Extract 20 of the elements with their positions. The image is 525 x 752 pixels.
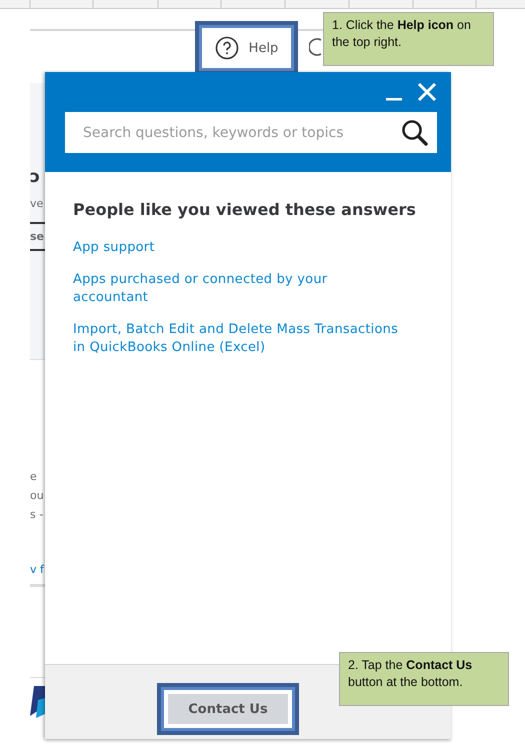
help-icon	[214, 36, 239, 60]
callout-note: 2. Tap the Contact Us button at the bottom.	[339, 652, 509, 706]
section-heading: People like you viewed these answers	[73, 200, 417, 219]
close-icon[interactable]	[417, 82, 437, 102]
text-fragment: ve	[30, 197, 44, 210]
callout-note: 1. Click the Help icon on the top right.	[323, 12, 494, 66]
search-field[interactable]: Search questions, keywords or topics	[65, 112, 437, 153]
search-icon[interactable]	[401, 118, 429, 146]
logo-icon	[30, 684, 45, 720]
text-fragment: se	[30, 230, 45, 243]
answer-link[interactable]: Apps purchased or connected by your accountant	[73, 271, 403, 307]
text-fragment: s -	[30, 508, 44, 521]
contact-us-button[interactable]: Contact Us	[157, 683, 299, 735]
answer-link[interactable]: App support	[73, 239, 403, 257]
text-fragment: e	[30, 470, 38, 483]
answer-link[interactable]: Import, Batch Edit and Delete Mass Transactions in QuickBooks Online (Excel)	[73, 321, 403, 357]
link-fragment[interactable]: v f	[30, 563, 45, 576]
heading-fragment: ɔ	[30, 167, 40, 187]
text-fragment: ou	[30, 489, 45, 502]
help-button[interactable]: Help	[195, 21, 298, 75]
